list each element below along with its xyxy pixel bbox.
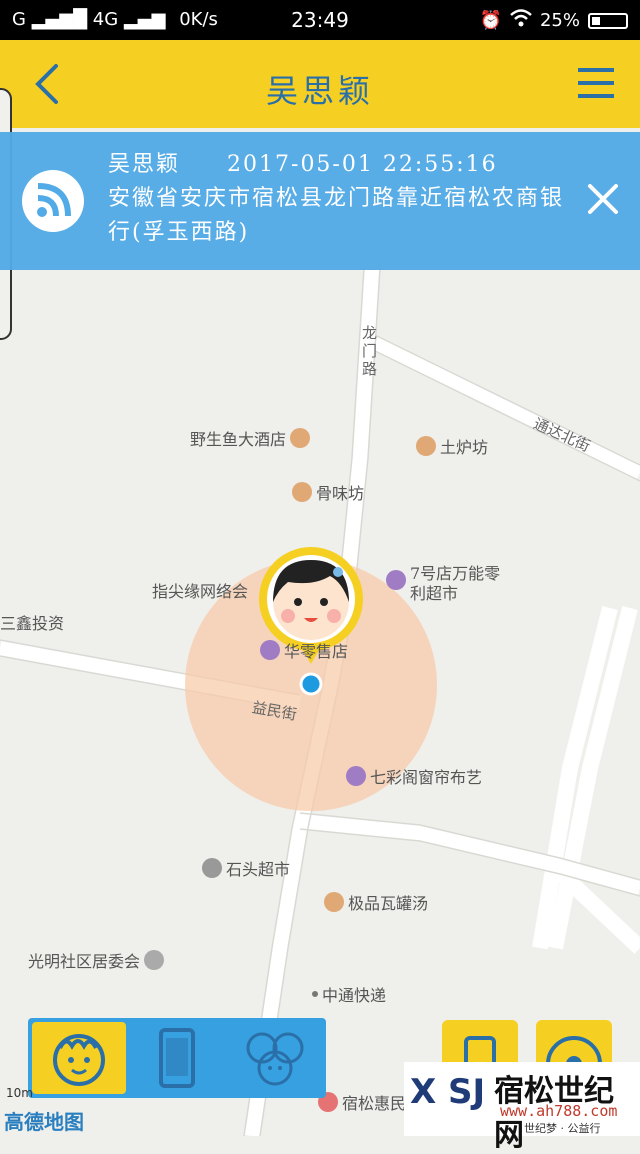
poi-hui-min[interactable]: 宿松惠民 — [318, 1090, 406, 1114]
poi-qi-cai-ge[interactable]: 七彩阁窗帘布艺 — [346, 764, 482, 788]
poi-shi-tou[interactable]: 石头超市 — [202, 856, 290, 880]
app-bar: 吴思颖 — [0, 40, 640, 128]
info-header: 吴思颖 2017-05-01 22:55:16 — [108, 148, 578, 182]
signal-broadcast-icon — [22, 170, 84, 232]
watermark: X SJ 宿松世纪网 www.ah788.com 世纪梦 · 公益行 — [404, 1062, 640, 1153]
map-scale: 10m — [6, 1086, 33, 1100]
info-text: 吴思颖 2017-05-01 22:55:16 安徽省安庆市宿松县龙门路靠近宿松… — [108, 148, 578, 250]
close-icon — [588, 184, 618, 214]
battery-icon — [588, 12, 628, 29]
supermarket-icon — [202, 858, 222, 878]
info-address: 安徽省安庆市宿松县龙门路靠近宿松农商银行(孚玉西路) — [108, 186, 565, 245]
road-label-longmen: 龙门路 — [362, 324, 378, 378]
restaurant-icon — [290, 428, 311, 448]
restaurant-icon — [324, 892, 344, 912]
info-datetime: 2017-05-01 22:55:16 — [227, 152, 498, 177]
child-face-icon — [53, 1034, 105, 1086]
alarm-icon: ⏰ — [479, 10, 502, 31]
location-info-banner: 吴思颖 2017-05-01 22:55:16 安徽省安庆市宿松县龙门路靠近宿松… — [0, 132, 640, 270]
poi-7-hao-dian[interactable]: 7号店万能零 利超市 — [386, 564, 500, 604]
phone-button[interactable] — [130, 1022, 224, 1094]
shop-icon — [346, 766, 366, 786]
wifi-icon — [510, 9, 532, 32]
info-name: 吴思颖 — [108, 152, 181, 177]
poi-zhong-tong[interactable]: 中通快递 — [312, 982, 386, 1006]
phone-icon — [159, 1028, 195, 1088]
hamburger-menu-icon — [578, 68, 614, 98]
close-button[interactable] — [586, 182, 620, 216]
poi-zhi-jian-yuan[interactable]: 指尖缘网络会 — [152, 578, 248, 602]
restaurant-icon — [292, 482, 312, 502]
government-icon — [144, 950, 165, 970]
family-button[interactable] — [228, 1022, 322, 1094]
child-mode-button[interactable] — [32, 1022, 126, 1094]
poi-guang-ming[interactable]: 光明社区居委会 — [28, 948, 165, 972]
avatar-marker[interactable] — [258, 546, 364, 664]
poi-tu-lu-fang[interactable]: 土炉坊 — [416, 434, 488, 458]
battery-percent: 25% — [539, 10, 580, 31]
shop-icon — [386, 570, 406, 590]
shop-icon — [260, 640, 280, 660]
dot-icon — [312, 991, 318, 997]
poi-ji-pin[interactable]: 极品瓦罐汤 — [324, 890, 428, 914]
status-icons: ⏰ 25% — [480, 9, 628, 32]
device-toolbar — [28, 1018, 326, 1098]
poi-gu-wei-fang[interactable]: 骨味坊 — [292, 480, 364, 504]
status-bar: G ▂▄▆█ 4G ▂▄▆ 0K/s 23:49 ⏰ 25% — [0, 0, 640, 40]
watermark-site: www.ah788.com — [500, 1102, 618, 1120]
poi-ye-sheng-yu[interactable]: 野生鱼大酒店 — [190, 426, 311, 450]
menu-button[interactable] — [578, 66, 614, 100]
amap-logo: 高德地图 — [4, 1110, 84, 1134]
restaurant-icon — [416, 436, 436, 456]
watermark-mark: X SJ — [410, 1072, 486, 1112]
watermark-slogan: 世纪梦 · 公益行 — [524, 1122, 601, 1135]
map-view[interactable]: 龙门路 通达北街 益民街 野生鱼大酒店 土炉坊 骨味坊 指尖缘网络会 7号店万能… — [0, 128, 640, 1136]
poi-san-xin[interactable]: 三鑫投资 — [0, 610, 64, 634]
family-faces-icon — [246, 1032, 304, 1086]
poi-ling-shou-dian[interactable]: 华零售店 — [260, 638, 348, 662]
page-title: 吴思颖 — [265, 72, 374, 110]
location-dot — [299, 672, 323, 696]
